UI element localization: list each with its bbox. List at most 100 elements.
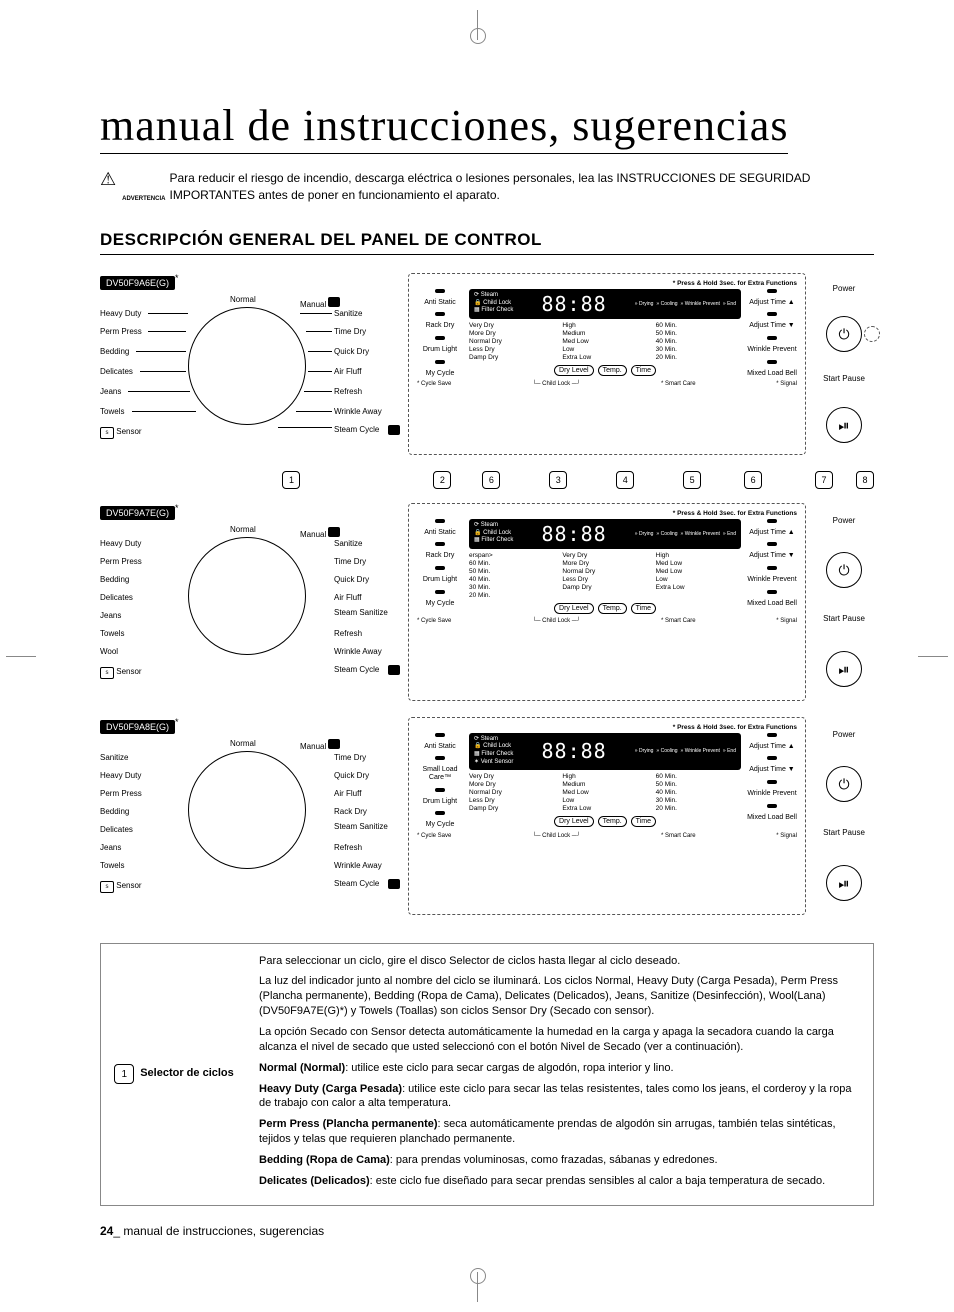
power-button: ⏻ bbox=[826, 316, 862, 352]
press-hold-note: * Press & Hold 3sec. for Extra Functions bbox=[417, 280, 797, 287]
dial-item: Air Fluff bbox=[334, 593, 361, 602]
dial-item: Perm Press bbox=[100, 789, 142, 798]
anti-static-button: Anti Static bbox=[424, 299, 456, 307]
model-tag-c: DV50F9A8E(G) bbox=[100, 720, 175, 734]
dial-item: Jeans bbox=[100, 387, 121, 396]
dial-item: Wool bbox=[100, 647, 118, 656]
start-pause-button: ⏯ bbox=[826, 407, 862, 443]
dial-item: Jeans bbox=[100, 843, 121, 852]
dial-item: Sanitize bbox=[334, 539, 362, 548]
page-title: manual de instrucciones, sugerencias bbox=[100, 100, 788, 154]
section-title: DESCRIPCIÓN GENERAL DEL PANEL DE CONTROL bbox=[100, 230, 874, 255]
dial-item: Bedding bbox=[100, 347, 129, 356]
dial-item: Sanitize bbox=[100, 753, 128, 762]
warning-text: Para reducir el riesgo de incendio, desc… bbox=[169, 170, 874, 204]
callout-num: 6 bbox=[482, 471, 500, 489]
desc-text: Para seleccionar un ciclo, gire el disco… bbox=[247, 944, 873, 1205]
dial-item: Time Dry bbox=[334, 327, 366, 336]
press-hold-note: * Press & Hold 3sec. for Extra Functions bbox=[417, 724, 797, 731]
dial-item: Delicates bbox=[100, 593, 133, 602]
dial-item: Jeans bbox=[100, 611, 121, 620]
dial-item: Steam Cycle bbox=[334, 425, 379, 434]
dial-item: Air Fluff bbox=[334, 367, 361, 376]
dial-top: Normal bbox=[230, 739, 256, 748]
dial-item: Delicates bbox=[100, 367, 133, 376]
my-cycle-button: My Cycle bbox=[426, 370, 455, 378]
drum-light-button: Drum Light bbox=[423, 346, 457, 354]
dial-item: Refresh bbox=[334, 843, 362, 852]
dial-item: Steam Cycle bbox=[334, 879, 379, 888]
steam-icon bbox=[388, 425, 400, 435]
power-label: Power bbox=[833, 730, 856, 739]
dial-item: Steam Sanitize bbox=[334, 823, 388, 831]
panel-model-c: DV50F9A8E(G)* Normal Sanitize Heavy Duty… bbox=[100, 717, 874, 915]
page-footer: 24_ manual de instrucciones, sugerencias bbox=[100, 1224, 874, 1238]
lcd-display: ⟳ Steam 🔒 Child Lock ▦ Filter Check 88:8… bbox=[469, 289, 741, 378]
desc-number: 1 bbox=[114, 1064, 134, 1084]
dial-item: Towels bbox=[100, 861, 124, 870]
manual-icon bbox=[328, 297, 340, 307]
dial-item: Delicates bbox=[100, 825, 133, 834]
temp-pill: Temp. bbox=[598, 365, 627, 376]
description-block: 1 Selector de ciclos Para seleccionar un… bbox=[100, 943, 874, 1206]
dial-item: Rack Dry bbox=[334, 807, 367, 816]
model-tag-b: DV50F9A7E(G) bbox=[100, 506, 175, 520]
dial-item: Bedding bbox=[100, 807, 129, 816]
time-pill: Time bbox=[631, 365, 656, 376]
display-module-b: * Press & Hold 3sec. for Extra Functions… bbox=[408, 503, 806, 701]
callout-num: 3 bbox=[549, 471, 567, 489]
start-pause-label: Start Pause bbox=[823, 615, 865, 624]
dial-item: Sanitize bbox=[334, 309, 362, 318]
dial-item: Quick Dry bbox=[334, 347, 369, 356]
dial-top: Normal bbox=[230, 525, 256, 534]
cycle-dial-b: Normal Heavy Duty Perm Press Bedding Del… bbox=[100, 525, 400, 701]
dry-level-pill: Dry Level bbox=[554, 365, 594, 376]
start-pause-button: ⏯ bbox=[826, 865, 862, 901]
dial-item: Bedding bbox=[100, 575, 129, 584]
start-pause-label: Start Pause bbox=[823, 829, 865, 838]
sensor-icon: s bbox=[100, 427, 114, 439]
callout-num: 1 bbox=[282, 471, 300, 489]
power-label: Power bbox=[833, 516, 856, 525]
dial-item: Wrinkle Away bbox=[334, 407, 382, 416]
sensor-label: s Sensor bbox=[100, 881, 142, 893]
warning-row: ⚠ ADVERTENCIA Para reducir el riesgo de … bbox=[100, 170, 874, 204]
warning-icon: ⚠ bbox=[100, 170, 116, 188]
power-button: ⏻ bbox=[826, 766, 862, 802]
callout-num: 6 bbox=[744, 471, 762, 489]
panel-model-a: DV50F9A6E(G)* Normal Heavy Duty Perm Pre… bbox=[100, 273, 874, 455]
callout-row: 1 2 6 3 4 5 6 7 8 bbox=[100, 471, 874, 489]
dial-top: Normal bbox=[230, 295, 256, 304]
dial-item: Towels bbox=[100, 629, 124, 638]
dial-item: Heavy Duty bbox=[100, 771, 141, 780]
dial-item: Heavy Duty bbox=[100, 539, 141, 548]
dial-item: Quick Dry bbox=[334, 575, 369, 584]
left-button-stack: Anti Static Rack Dry Drum Light My Cycle bbox=[417, 289, 463, 378]
manual-label: Manual bbox=[300, 739, 340, 751]
dial-item: Refresh bbox=[334, 629, 362, 638]
dial-item: Quick Dry bbox=[334, 771, 369, 780]
dial-item: Perm Press bbox=[100, 327, 142, 336]
display-module-c: * Press & Hold 3sec. for Extra Functions… bbox=[408, 717, 806, 915]
dial-item: Wrinkle Away bbox=[334, 647, 382, 656]
manual-label: Manual bbox=[300, 527, 340, 539]
callout-num: 5 bbox=[683, 471, 701, 489]
start-pause-label: Start Pause bbox=[823, 375, 865, 384]
callout-num: 8 bbox=[856, 471, 874, 489]
dial-item: Time Dry bbox=[334, 557, 366, 566]
dial-item: Refresh bbox=[334, 387, 362, 396]
mixed-load-bell-button: Mixed Load Bell bbox=[747, 370, 797, 378]
rack-dry-button: Rack Dry bbox=[426, 322, 455, 330]
dial-item: Air Fluff bbox=[334, 789, 361, 798]
warning-label: ADVERTENCIA bbox=[122, 196, 165, 202]
press-hold-note: * Press & Hold 3sec. for Extra Functions bbox=[417, 510, 797, 517]
wrinkle-prevent-button: Wrinkle Prevent bbox=[747, 346, 796, 354]
steam-icon bbox=[388, 879, 400, 889]
callout-num: 7 bbox=[815, 471, 833, 489]
sensor-label: s Sensor bbox=[100, 667, 142, 679]
dial-item: Wrinkle Away bbox=[334, 861, 382, 870]
dial-item: Steam Cycle bbox=[334, 665, 379, 674]
right-button-stack: Adjust Time ▲ Adjust Time ▼ Wrinkle Prev… bbox=[747, 289, 797, 378]
dial-item: Heavy Duty bbox=[100, 309, 141, 318]
dial-item: Towels bbox=[100, 407, 124, 416]
